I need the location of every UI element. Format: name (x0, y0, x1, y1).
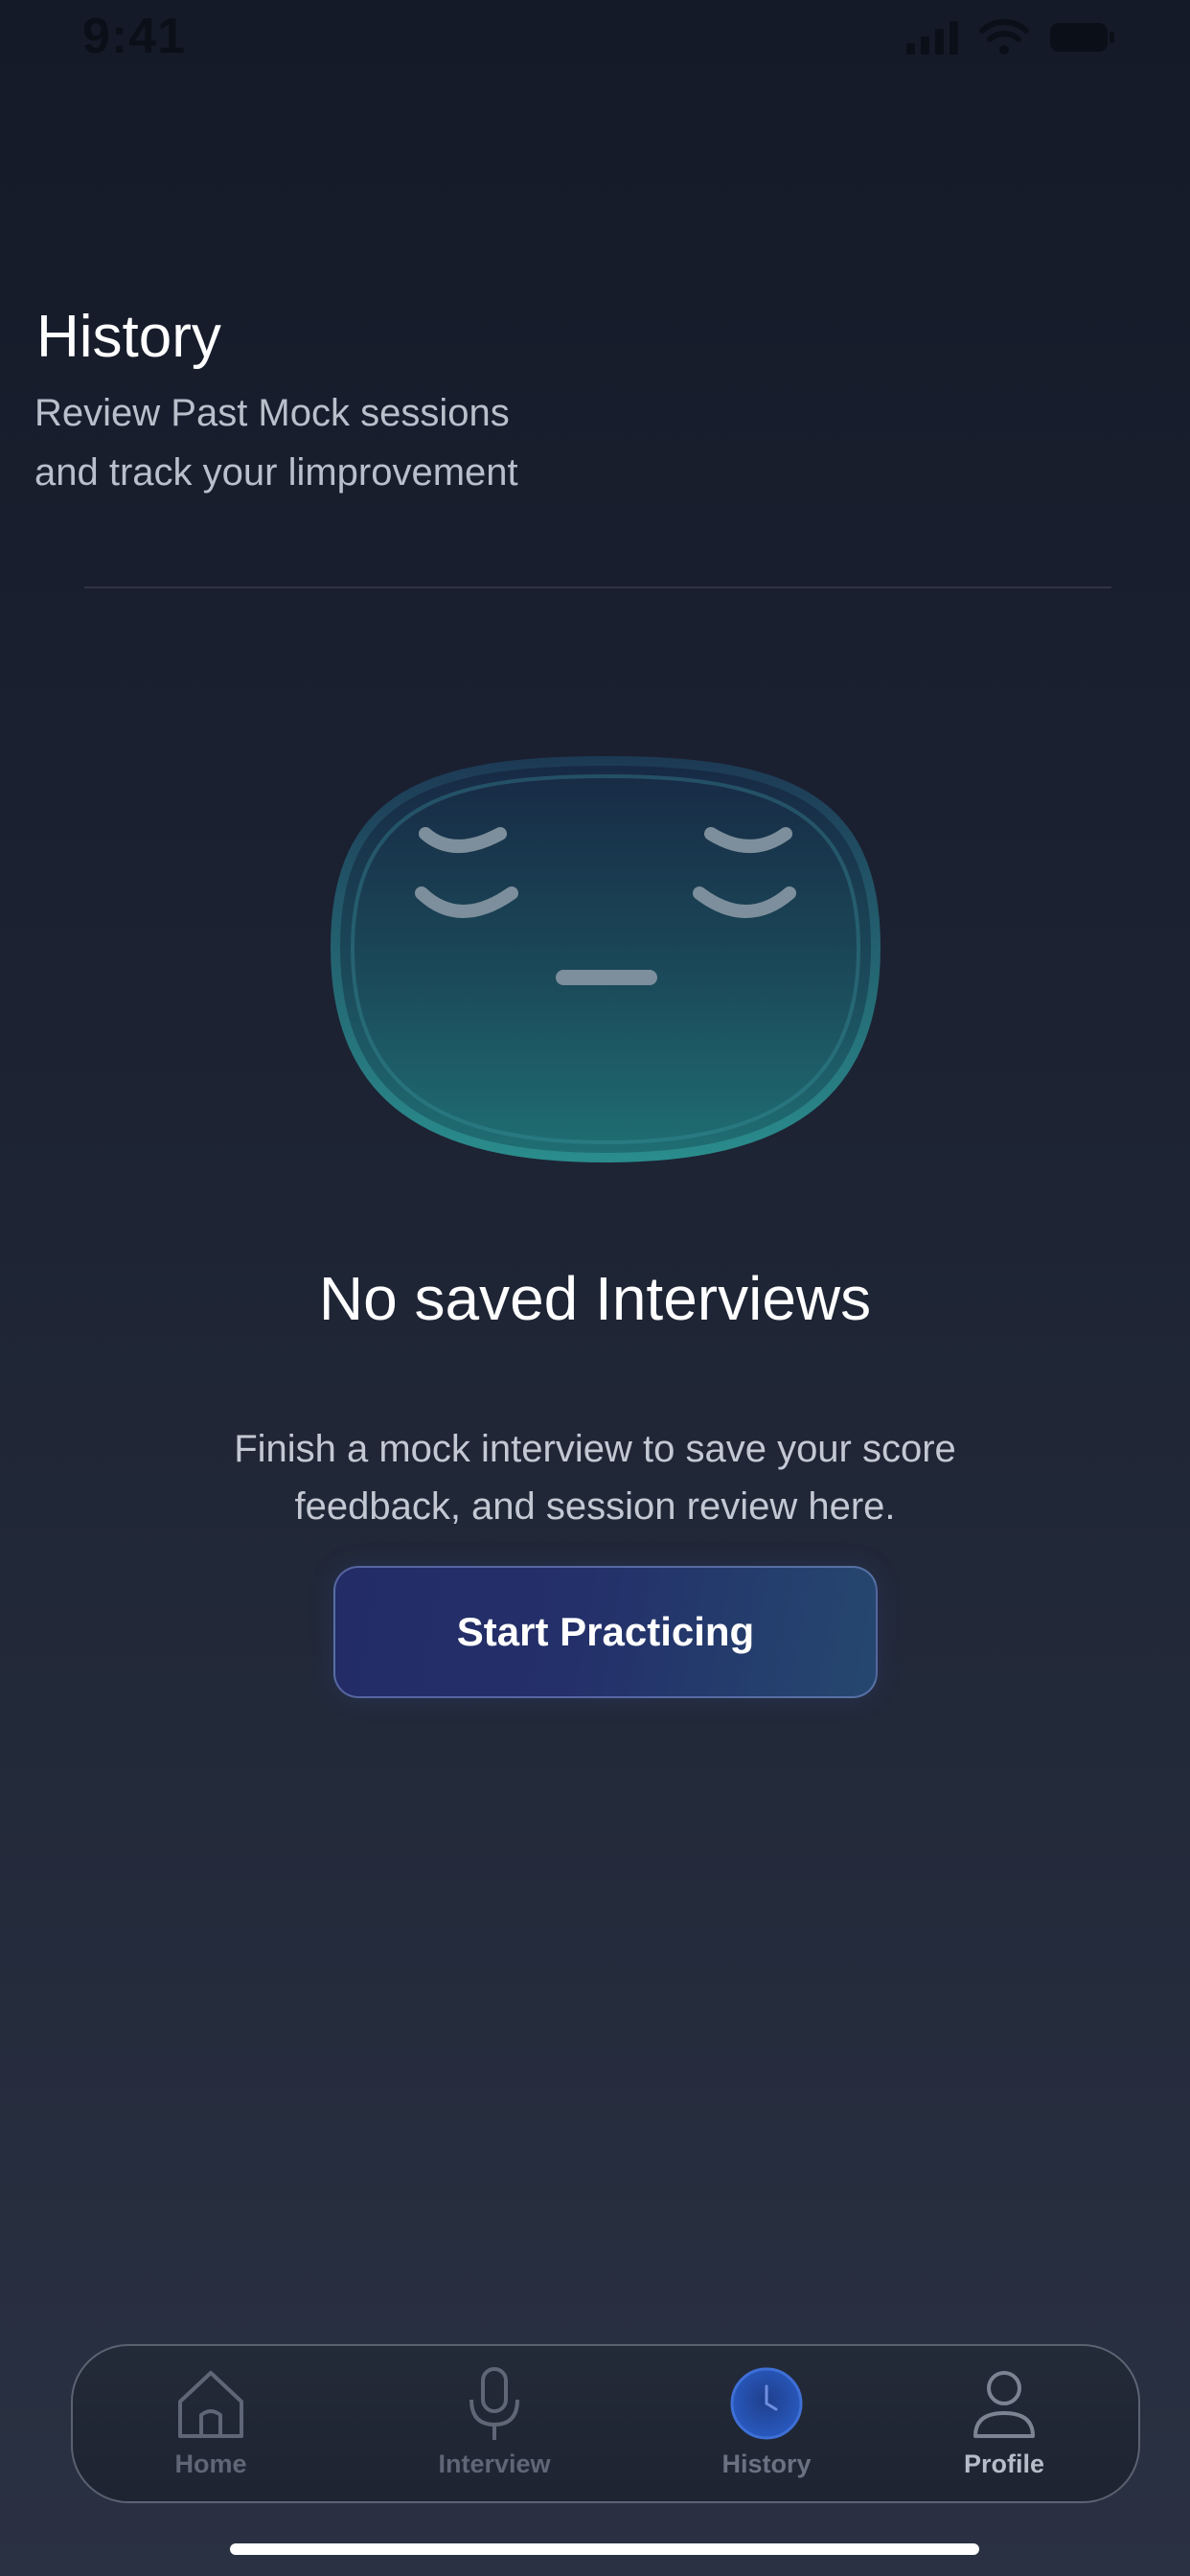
tab-profile-label: Profile (963, 2450, 1045, 2478)
user-icon (966, 2365, 1042, 2442)
tab-home[interactable]: Home (125, 2365, 297, 2490)
status-time: 9:41 (82, 9, 187, 64)
cellular-signal-icon (906, 21, 958, 55)
mouth (556, 970, 657, 985)
microphone-icon (456, 2365, 533, 2442)
header-divider (84, 586, 1111, 588)
page-title: History (36, 304, 221, 370)
page-subtitle: Review Past Mock sessions and track your… (34, 392, 518, 494)
tab-history-label: History (721, 2450, 812, 2478)
tab-interview[interactable]: Interview (408, 2365, 581, 2490)
tab-bar: Home Interview History Profile (71, 2344, 1140, 2503)
battery-icon (1050, 23, 1114, 52)
tab-profile[interactable]: Profile (918, 2365, 1090, 2490)
start-practicing-button[interactable]: Start Practicing (333, 1566, 878, 1698)
home-indicator (230, 2543, 979, 2555)
tab-history[interactable]: History (680, 2365, 853, 2490)
empty-state-title: No saved Interviews (318, 1264, 872, 1333)
tab-interview-label: Interview (438, 2450, 551, 2478)
sleepy-face-mascot-icon (330, 755, 881, 1163)
empty-state-description: Finish a mock interview to save your sco… (234, 1428, 956, 1528)
clock-icon (728, 2365, 805, 2442)
wifi-icon (979, 19, 1029, 55)
status-icons (904, 19, 1115, 56)
home-icon (172, 2365, 249, 2442)
tab-home-label: Home (174, 2450, 247, 2478)
